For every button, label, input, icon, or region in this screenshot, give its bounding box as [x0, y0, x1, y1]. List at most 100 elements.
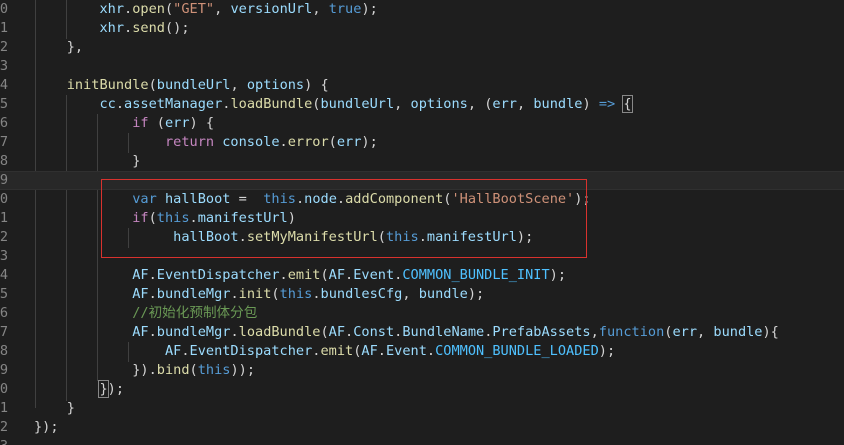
code-text: } — [34, 152, 140, 171]
code-token: AF — [132, 267, 149, 283]
code-token: bundleMgr — [156, 286, 231, 302]
code-line[interactable]: 8 } — [0, 152, 844, 171]
code-line[interactable]: 6 if (err) { — [0, 114, 844, 133]
code-token: bundle — [713, 324, 763, 340]
code-token: err — [672, 324, 698, 340]
code-token: . — [124, 20, 133, 36]
code-line[interactable]: 2}); — [0, 418, 844, 437]
code-text: cc.assetManager.loadBundle(bundleUrl, op… — [34, 95, 633, 114]
code-token: }, — [34, 39, 84, 55]
code-token: . — [230, 324, 239, 340]
code-token: bundle — [418, 286, 468, 302]
code-token: Event — [385, 343, 427, 359]
code-token: . — [345, 267, 354, 283]
code-token: options — [246, 77, 305, 93]
code-text: }, — [34, 38, 83, 57]
code-token: , ( — [467, 96, 493, 112]
line-number: 8 — [0, 343, 8, 359]
line-number: 2 — [0, 39, 8, 55]
code-token: ( — [320, 324, 329, 340]
code-token: init — [238, 286, 272, 302]
code-line[interactable]: 4 AF.EventDispatcher.emit(AF.Event.COMMO… — [0, 266, 844, 285]
code-token: bundle — [533, 96, 583, 112]
code-token: err — [164, 115, 190, 131]
code-text: }); — [34, 380, 124, 399]
code-line[interactable]: 2 }, — [0, 38, 844, 57]
code-token: (); — [164, 20, 190, 36]
code-token: COMMON_BUNDLE_INIT — [402, 267, 550, 283]
line-number: 2 — [0, 419, 8, 435]
code-token: ); — [107, 381, 125, 397]
line-number: 5 — [0, 96, 8, 112]
code-line[interactable]: 7 AF.bundleMgr.loadBundle(AF.Const.Bundl… — [0, 323, 844, 342]
code-line[interactable]: 9 }).bind(this)); — [0, 361, 844, 380]
code-token: versionUrl — [230, 1, 313, 17]
code-token: ( — [148, 77, 157, 93]
code-token: open — [132, 1, 165, 17]
line-number: 3 — [0, 58, 8, 74]
code-token: AF — [164, 343, 182, 359]
code-token: ); — [467, 286, 485, 302]
line-number: 3 — [0, 437, 8, 445]
code-token: AF — [132, 324, 149, 340]
code-line[interactable]: 7 return console.error(err); — [0, 133, 844, 152]
code-line[interactable]: 6 //初始化预制体分包 — [0, 304, 844, 323]
code-text: return console.error(err); — [34, 133, 378, 152]
line-number: 9 — [0, 362, 8, 378]
code-token: emit — [287, 267, 321, 283]
code-line[interactable]: 0 xhr.open("GET", versionUrl, true); — [0, 0, 844, 19]
code-token: ( — [148, 115, 165, 131]
line-number: 6 — [0, 305, 8, 321]
code-token: ); — [549, 267, 567, 283]
code-token: initBundle — [66, 77, 149, 93]
code-token: . — [279, 267, 288, 283]
code-token: . — [426, 343, 436, 359]
code-token: . — [230, 286, 239, 302]
code-token: } — [34, 400, 75, 416]
code-token: , — [394, 96, 411, 112]
code-line[interactable]: 1 xhr.send(); — [0, 19, 844, 38]
code-token: ); — [361, 1, 378, 17]
code-line[interactable]: 5 AF.bundleMgr.init(this.bundlesCfg, bun… — [0, 285, 844, 304]
code-token: "GET" — [173, 1, 215, 17]
code-token: emit — [320, 343, 354, 359]
code-line[interactable]: 3 — [0, 437, 844, 445]
code-line[interactable]: 0 }); — [0, 380, 844, 399]
code-token: }); — [34, 419, 59, 435]
line-number: 8 — [0, 153, 8, 169]
code-line[interactable]: 5 cc.assetManager.loadBundle(bundleUrl, … — [0, 95, 844, 114]
code-token: error — [287, 134, 329, 150]
code-token: if — [132, 115, 149, 131]
code-line[interactable]: 4 initBundle(bundleUrl, options) { — [0, 76, 844, 95]
code-token: BundleName — [402, 324, 485, 340]
code-line[interactable]: 1 } — [0, 399, 844, 418]
code-editor[interactable]: 0 xhr.open("GET", versionUrl, true); 1 xh… — [0, 0, 844, 445]
code-token: xhr — [99, 1, 125, 17]
code-token: , — [402, 286, 419, 302]
line-number: 0 — [0, 381, 8, 397]
code-token: . — [148, 286, 157, 302]
code-text: if (err) { — [34, 114, 214, 133]
code-line[interactable]: 3 — [0, 57, 844, 76]
code-token: PrefabAssets — [492, 324, 591, 340]
line-number: 1 — [0, 20, 8, 36]
code-token: err — [336, 134, 362, 150]
line-number: 2 — [0, 229, 8, 245]
code-token: , — [312, 1, 329, 17]
code-token: . — [148, 324, 157, 340]
line-number: 6 — [0, 115, 8, 131]
code-token: . — [148, 267, 157, 283]
code-token: )); — [230, 362, 256, 378]
code-token: }). — [34, 362, 157, 378]
code-token: EventDispatcher — [189, 343, 313, 359]
code-line[interactable]: 8 AF.EventDispatcher.emit(AF.Event.COMMO… — [0, 342, 844, 361]
code-token: . — [115, 96, 125, 112]
code-token: , — [214, 1, 231, 17]
code-token: loadBundle — [238, 324, 321, 340]
